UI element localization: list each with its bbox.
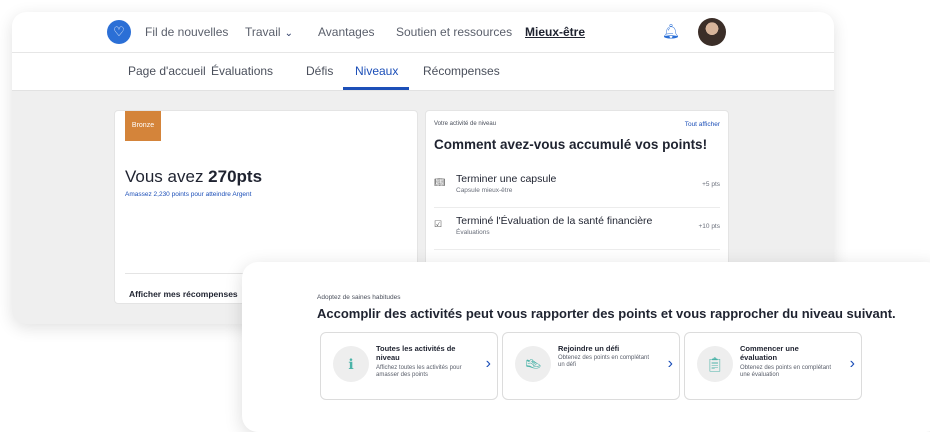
habits-eyebrow: Adoptez de saines habitudes [317, 294, 401, 301]
view-all-link[interactable]: Tout afficher [685, 121, 720, 128]
activity-title: Comment avez-vous accumulé vos points! [434, 137, 708, 152]
all-level-activities-tile[interactable]: ℹ Toutes les activités de niveau Affiche… [320, 332, 498, 400]
habits-title: Accomplir des activités peut vous rappor… [317, 306, 896, 321]
healthy-habits-panel: Adoptez de saines habitudes Accomplir de… [242, 262, 930, 432]
points-prefix: Vous avez [125, 167, 209, 186]
chevron-right-icon: › [667, 355, 673, 372]
points-to-next-level: Amassez 2,230 points pour atteindre Arge… [125, 191, 252, 198]
heart-logo-icon[interactable]: ♡ [107, 20, 131, 44]
activity-item-title: Terminé l'Évaluation de la santé financi… [456, 215, 653, 227]
tab-challenges[interactable]: Défis [306, 64, 333, 78]
clipboard-icon: 📋︎ [697, 346, 733, 382]
nav-news-feed[interactable]: Fil de nouvelles [145, 25, 228, 39]
activity-item-points: +5 pts [702, 181, 720, 188]
nav-benefits[interactable]: Avantages [318, 25, 375, 39]
avatar[interactable] [698, 18, 726, 46]
nav-support-resources[interactable]: Soutien et ressources [396, 25, 512, 39]
checklist-icon: ☑ [434, 219, 443, 229]
level-badge: Bronze [125, 111, 161, 141]
sub-navigation: Page d'accueil Évaluations Défis Niveaux… [12, 53, 834, 91]
activity-eyebrow: Votre activité de niveau [434, 121, 497, 127]
start-assessment-tile[interactable]: 📋︎ Commencer une évaluation Obtenez des … [684, 332, 862, 400]
tile-subtitle: Obtenez des points en complétant une éva… [740, 365, 832, 378]
activity-item-subtitle: Capsule mieux-être [456, 187, 513, 194]
tile-title: Rejoindre un défi [558, 344, 620, 353]
tile-subtitle: Obtenez des points en complétant un défi [558, 355, 650, 368]
active-tab-indicator [343, 87, 409, 90]
tab-levels[interactable]: Niveaux [355, 64, 398, 78]
sneaker-icon: 👟︎ [515, 346, 551, 382]
activity-item-points: +10 pts [698, 223, 720, 230]
nav-work-label: Travail [245, 25, 281, 39]
bell-icon[interactable]: 🔔︎ [662, 23, 680, 40]
activity-item-subtitle: Évaluations [456, 229, 490, 236]
book-icon: 📖︎ [434, 177, 446, 187]
activity-item[interactable]: ☑ Terminé l'Évaluation de la santé finan… [434, 215, 720, 250]
tile-title: Commencer une évaluation [740, 344, 799, 362]
view-rewards-link[interactable]: Afficher mes récompenses [129, 289, 238, 299]
points-value: 270pts [208, 167, 263, 186]
join-challenge-tile[interactable]: 👟︎ Rejoindre un défi Obtenez des points … [502, 332, 680, 400]
activity-item[interactable]: 📖︎ Terminer une capsule Capsule mieux-êt… [434, 173, 720, 208]
info-icon: ℹ [333, 346, 369, 382]
activity-item-title: Terminer une capsule [456, 173, 557, 185]
top-navigation: ♡ Fil de nouvelles Travail ⌄ Avantages So… [12, 12, 834, 53]
tile-title: Toutes les activités de niveau [376, 344, 456, 362]
points-summary: Vous avez 270pts [125, 167, 262, 187]
chevron-down-icon: ⌄ [284, 28, 293, 39]
tab-home[interactable]: Page d'accueil [128, 64, 206, 78]
tab-assessments[interactable]: Évaluations [211, 64, 273, 78]
chevron-right-icon: › [849, 355, 855, 372]
chevron-right-icon: › [485, 355, 491, 372]
nav-work[interactable]: Travail ⌄ [245, 25, 293, 39]
tab-rewards[interactable]: Récompenses [423, 64, 500, 78]
tile-subtitle: Affichez toutes les activités pour amass… [376, 365, 462, 378]
nav-wellbeing[interactable]: Mieux-être [525, 25, 585, 39]
